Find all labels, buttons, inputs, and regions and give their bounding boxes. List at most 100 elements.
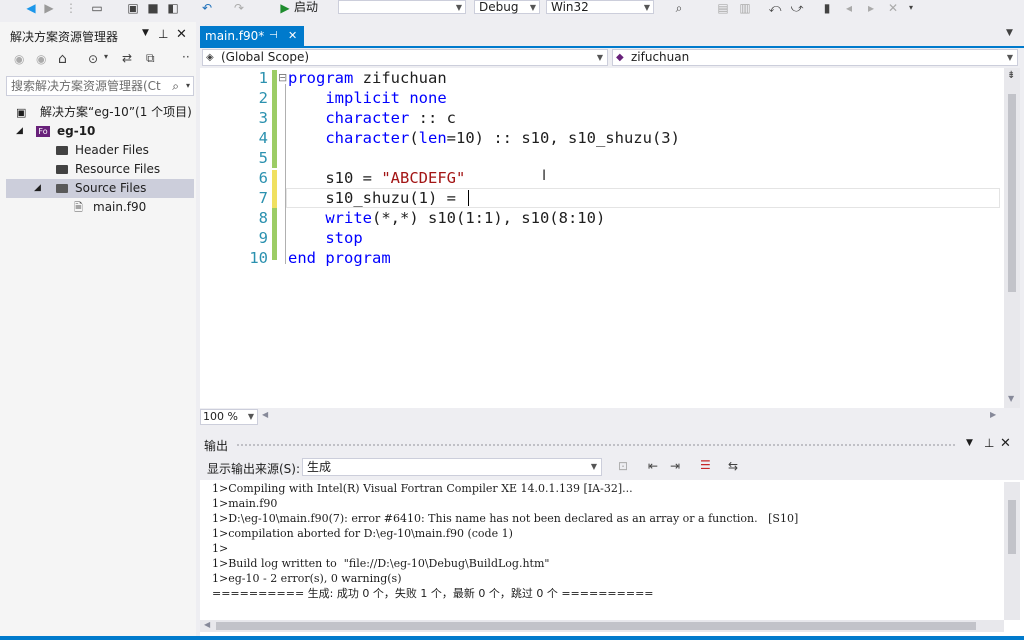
code-line[interactable]: s10_shuzu(1) = — [288, 188, 456, 208]
start-icon[interactable]: ▶ — [278, 1, 292, 15]
find-icon[interactable]: ⌕ — [672, 1, 686, 15]
output-line: 1>eg-10 - 2 error(s), 0 warning(s) — [212, 572, 402, 585]
scope-combo[interactable]: ◈ (Global Scope) ▼ — [202, 49, 608, 66]
tab-main-f90[interactable]: main.f90* ⊣ ✕ — [200, 26, 304, 46]
zoom-combo[interactable]: 100 % ▼ — [200, 409, 258, 425]
home-icon[interactable]: ⌂ — [58, 51, 67, 67]
tree-item-main-f90[interactable]: 🗎 main.f90 — [6, 198, 194, 217]
tree-item-solution[interactable]: ▣ 解决方案“eg-10”(1 个项目) — [6, 103, 194, 122]
status-bar — [0, 636, 1024, 640]
config-combo[interactable]: Debug ▼ — [474, 0, 540, 14]
dropdown-icon[interactable]: ▾ — [104, 52, 108, 61]
split-icon[interactable]: ⇟ — [1007, 70, 1015, 81]
platform-combo[interactable]: Win32 ▼ — [546, 0, 654, 14]
forward-icon[interactable]: ▶ — [42, 1, 56, 15]
code-line[interactable]: write(*,*) s10(1:1), s10(8:10) — [288, 208, 605, 228]
more-icon[interactable]: ·· — [182, 50, 190, 64]
clear-bookmarks-icon[interactable]: ✕ — [886, 1, 900, 15]
code-line[interactable]: s10 = "ABCDEFG" — [288, 168, 465, 188]
chevron-down-icon[interactable]: ▾ — [186, 77, 190, 95]
scroll-right-icon[interactable]: ▶ — [990, 410, 996, 419]
open-icon[interactable]: ▣ — [126, 1, 140, 15]
output-line[interactable]: 1>Build log written to "file://D:\eg-10\… — [212, 556, 549, 571]
member-label: zifuchuan — [631, 50, 690, 64]
output-line[interactable]: 1>D:\eg-10\main.f90(7): error #6410: Thi… — [212, 511, 798, 526]
tree-item-header-files[interactable]: Header Files — [6, 141, 194, 160]
code-line[interactable]: character(len=10) :: s10, s10_shuzu(3) — [288, 128, 680, 148]
forward-icon[interactable]: ◉ — [36, 52, 46, 66]
saved-change-marker — [272, 70, 277, 168]
tab-list-icon[interactable]: ▼ — [1006, 28, 1013, 38]
member-combo[interactable]: ◆ zifuchuan ▼ — [612, 49, 1018, 66]
line-number: 7 — [258, 189, 268, 207]
output-source-select[interactable]: 生成 ▼ — [302, 458, 602, 476]
redo-icon[interactable]: ↷ — [232, 1, 246, 15]
code-line[interactable]: end program — [288, 248, 391, 268]
refresh-icon[interactable]: ⇄ — [122, 51, 132, 65]
output-vertical-scrollbar[interactable] — [1004, 482, 1020, 620]
scroll-thumb[interactable] — [1008, 500, 1016, 554]
code-line[interactable]: implicit none — [288, 88, 446, 108]
close-icon[interactable]: ✕ — [288, 26, 297, 46]
clear-all-icon[interactable]: ☰ — [700, 458, 711, 472]
toolbar-overflow-icon[interactable]: ▾ — [904, 1, 918, 15]
start-target-combo[interactable]: ▼ — [338, 0, 466, 14]
step-icon[interactable]: ⤺ — [768, 1, 782, 15]
chevron-down-icon[interactable]: ▼ — [248, 410, 254, 424]
editor-vertical-scrollbar[interactable]: ⇟ ▼ — [1004, 68, 1020, 408]
code-line[interactable]: character :: c — [288, 108, 456, 128]
scroll-left-icon[interactable]: ◀ — [204, 620, 210, 629]
navigation-bar: ◈ (Global Scope) ▼ ◆ zifuchuan ▼ — [200, 48, 1020, 68]
pin-icon[interactable]: ⊣ — [269, 26, 278, 46]
tree-item-project[interactable]: ◢ Fo eg-10 — [6, 122, 194, 141]
save-icon[interactable]: ■ — [146, 1, 160, 15]
solution-search-input[interactable]: 搜索解决方案资源管理器(Ct ⌕ ▾ — [6, 76, 194, 96]
output-horizontal-scrollbar[interactable]: ◀ — [200, 620, 1004, 632]
undo-icon[interactable]: ↶ — [200, 1, 214, 15]
uncomment-icon[interactable]: ▥ — [738, 1, 752, 15]
start-button-label[interactable]: 启动 — [294, 0, 318, 14]
next-message-icon[interactable]: ⇥ — [670, 459, 680, 473]
close-icon[interactable]: ✕ — [176, 27, 187, 42]
panel-menu-icon[interactable]: ▼ — [966, 438, 973, 448]
word-wrap-icon[interactable]: ⇆ — [728, 459, 738, 473]
collapse-icon[interactable]: ⊟ — [278, 71, 287, 84]
prev-bookmark-icon[interactable]: ◂ — [842, 1, 856, 15]
expander-icon[interactable]: ◢ — [34, 179, 41, 198]
line-number: 9 — [258, 229, 268, 247]
code-line[interactable]: stop — [288, 228, 362, 248]
collapse-all-icon[interactable]: ⧉ — [146, 51, 155, 66]
tree-item-source-files[interactable]: ◢ Source Files — [6, 179, 194, 198]
outline-guide — [285, 84, 286, 264]
output-line: 1>compilation aborted for D:\eg-10\main.… — [212, 527, 513, 540]
tree-item-label: Resource Files — [75, 162, 161, 176]
new-project-icon[interactable]: ▭ — [90, 1, 104, 15]
pin-icon[interactable]: ⊥ — [984, 436, 994, 450]
search-icon[interactable]: ⌕ — [172, 77, 179, 95]
scroll-thumb[interactable] — [1008, 94, 1016, 292]
close-icon[interactable]: ✕ — [1000, 436, 1011, 451]
tree-item-resource-files[interactable]: Resource Files — [6, 160, 194, 179]
chevron-down-icon[interactable]: ▼ — [591, 459, 597, 475]
scroll-down-icon[interactable]: ▼ — [1008, 394, 1014, 403]
sync-icon[interactable]: ⊙ — [88, 52, 98, 66]
panel-menu-icon[interactable]: ▼ — [142, 28, 149, 38]
prev-message-icon[interactable]: ⇤ — [648, 459, 658, 473]
line-number: 2 — [258, 89, 268, 107]
search-placeholder: 搜索解决方案资源管理器(Ct — [11, 79, 161, 93]
scroll-left-icon[interactable]: ◀ — [262, 410, 268, 419]
step-over-icon[interactable]: ⤻ — [790, 1, 804, 15]
grip[interactable] — [236, 443, 956, 447]
code-line[interactable]: program zifuchuan — [288, 68, 447, 88]
back-icon[interactable]: ◉ — [14, 52, 24, 66]
expander-icon[interactable]: ◢ — [16, 122, 23, 141]
pin-icon[interactable]: ⊥ — [158, 27, 168, 41]
back-icon[interactable]: ◀ — [24, 1, 38, 15]
bookmark-icon[interactable]: ▮ — [820, 1, 834, 15]
save-all-icon[interactable]: ◧ — [166, 1, 180, 15]
scroll-thumb[interactable] — [216, 622, 976, 630]
line-number: 3 — [258, 109, 268, 127]
next-bookmark-icon[interactable]: ▸ — [864, 1, 878, 15]
comment-icon[interactable]: ▤ — [716, 1, 730, 15]
find-message-icon[interactable]: ⊡ — [618, 459, 628, 473]
